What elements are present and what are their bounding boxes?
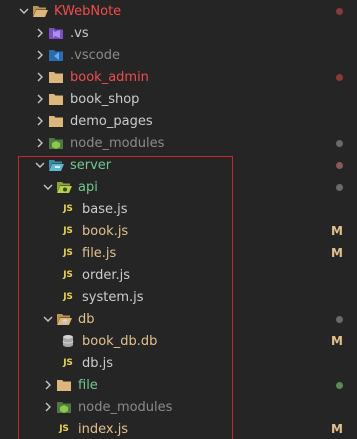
server-folder-open-icon — [48, 157, 64, 173]
error-dot — [336, 66, 343, 88]
tree-item-label: .vscode — [70, 47, 120, 63]
chevron-right-icon[interactable] — [32, 110, 48, 132]
tree-item-demo-pages[interactable]: demo_pages — [0, 110, 357, 132]
db-folder-open-icon — [56, 311, 72, 327]
chevron-right-icon[interactable] — [32, 88, 48, 110]
status-dot — [336, 374, 343, 396]
tree-item-root[interactable]: KWebNote — [0, 0, 357, 22]
folder-icon — [48, 69, 64, 85]
tree-item-file-folder[interactable]: file — [0, 374, 357, 396]
tree-item-label: book_shop — [70, 91, 140, 107]
node-folder-icon — [56, 399, 72, 415]
tree-item-label: api — [78, 179, 98, 195]
tree-item-label: server — [70, 157, 112, 173]
tree-item-label: db — [78, 311, 95, 327]
folder-open-icon — [32, 3, 48, 19]
vs-folder-icon — [48, 25, 64, 41]
chevron-right-icon[interactable] — [32, 44, 48, 66]
tree-item-label: index.js — [78, 421, 129, 437]
js-file-icon: JS — [63, 226, 73, 236]
tree-item-system-js[interactable]: JS system.js — [0, 286, 357, 308]
folder-icon — [48, 91, 64, 107]
chevron-down-icon[interactable] — [32, 154, 48, 176]
tree-item-label: file.js — [82, 245, 117, 261]
chevron-down-icon[interactable] — [16, 0, 32, 22]
tree-item-book-js[interactable]: JS book.js M — [0, 220, 357, 242]
tree-item-vs[interactable]: .vs — [0, 22, 357, 44]
modified-badge: M — [331, 334, 343, 348]
tree-item-db[interactable]: db — [0, 308, 357, 330]
status-dot — [336, 308, 343, 330]
chevron-down-icon[interactable] — [40, 308, 56, 330]
tree-item-label: order.js — [82, 267, 130, 283]
tree-item-label: system.js — [82, 289, 144, 305]
tree-item-vscode[interactable]: .vscode — [0, 44, 357, 66]
folder-icon — [48, 113, 64, 129]
tree-item-api[interactable]: api — [0, 176, 357, 198]
tree-item-db-js[interactable]: JS db.js — [0, 352, 357, 374]
tree-item-label: node_modules — [70, 135, 165, 151]
tree-item-server-node-modules[interactable]: node_modules — [0, 396, 357, 418]
chevron-right-icon[interactable] — [32, 66, 48, 88]
modified-badge: M — [331, 246, 343, 260]
js-file-icon: JS — [63, 358, 73, 368]
chevron-right-icon[interactable] — [40, 374, 56, 396]
tree-item-label: book_admin — [70, 69, 149, 85]
tree-item-label: demo_pages — [70, 113, 153, 129]
status-dot — [336, 154, 343, 176]
status-dot — [336, 176, 343, 198]
chevron-down-icon[interactable] — [40, 176, 56, 198]
api-folder-open-icon — [56, 179, 72, 195]
js-file-icon: JS — [63, 292, 73, 302]
tree-item-label: node_modules — [78, 399, 173, 415]
vscode-folder-icon — [48, 47, 64, 63]
tree-item-order-js[interactable]: JS order.js — [0, 264, 357, 286]
tree-item-label: book_db.db — [82, 333, 158, 349]
modified-badge: M — [331, 224, 343, 238]
chevron-right-icon[interactable] — [32, 132, 48, 154]
error-dot — [336, 0, 343, 22]
js-file-icon: JS — [59, 424, 69, 434]
tree-item-label: book.js — [82, 223, 129, 239]
tree-item-file-js[interactable]: JS file.js M — [0, 242, 357, 264]
tree-item-label: base.js — [82, 201, 128, 217]
tree-item-index-js[interactable]: JS index.js M — [0, 418, 357, 439]
chevron-right-icon[interactable] — [40, 396, 56, 418]
database-file-icon — [60, 333, 76, 349]
tree-item-book-admin[interactable]: book_admin — [0, 66, 357, 88]
node-folder-icon — [48, 135, 64, 151]
folder-icon — [56, 377, 72, 393]
js-file-icon: JS — [63, 248, 73, 258]
modified-badge: M — [331, 422, 343, 436]
tree-item-book-db[interactable]: book_db.db M — [0, 330, 357, 352]
tree-item-label: KWebNote — [54, 3, 122, 19]
file-explorer-tree: KWebNote .vs .vscode book_admin book_sho… — [0, 0, 357, 439]
chevron-right-icon[interactable] — [32, 22, 48, 44]
tree-item-label: .vs — [70, 25, 89, 41]
tree-item-label: file — [78, 377, 98, 393]
tree-item-base-js[interactable]: JS base.js — [0, 198, 357, 220]
tree-item-server[interactable]: server — [0, 154, 357, 176]
status-dot — [336, 132, 343, 154]
tree-item-label: db.js — [82, 355, 114, 371]
js-file-icon: JS — [63, 204, 73, 214]
tree-item-book-shop[interactable]: book_shop — [0, 88, 357, 110]
tree-item-node-modules[interactable]: node_modules — [0, 132, 357, 154]
js-file-icon: JS — [63, 270, 73, 280]
